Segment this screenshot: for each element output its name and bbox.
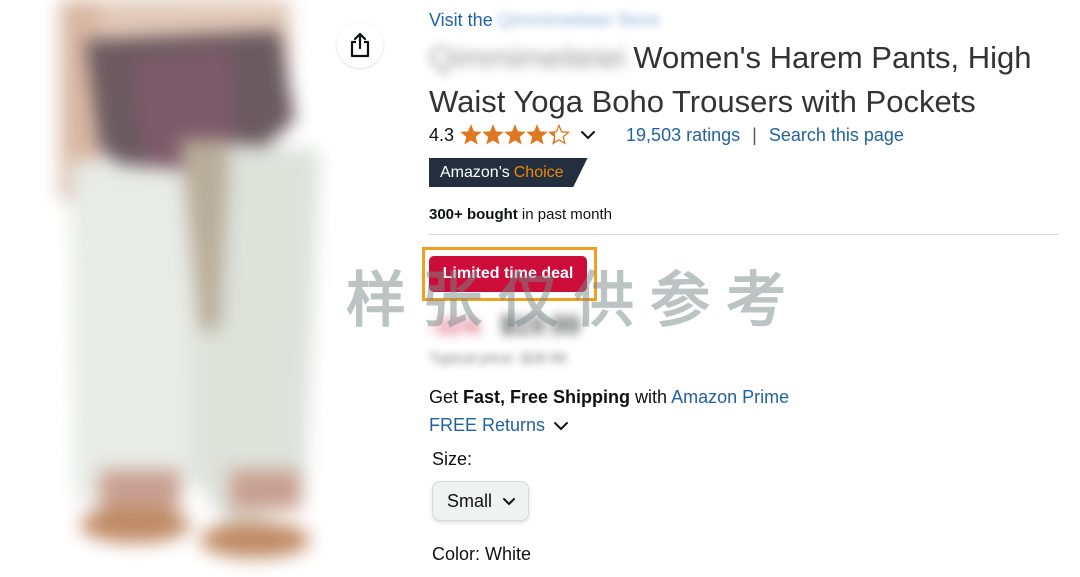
store-visit-prefix: Visit the [429,10,493,30]
rating-row: 4.3 19,503 ratings | Search this page [429,124,904,146]
divider [429,234,1058,235]
price-amount-blurred: $19.99 [500,310,581,340]
choice-prefix: Amazon's [440,163,510,181]
product-details: Visit the Qimmimeiteiei Store Qimmimeite… [398,0,1080,577]
list-price-blurred: Typical price: $28.99 [429,350,567,367]
color-selection: Color: White [432,544,531,565]
discount-percent-blurred: -31% [429,314,481,339]
color-value: White [485,544,532,564]
free-returns-link[interactable]: FREE Returns [429,415,569,436]
price-blurred: -31% $19.99 [429,310,580,341]
bought-count: 300+ bought [429,206,518,223]
product-photo[interactable] [30,0,360,577]
rating-value: 4.3 [429,124,455,145]
rating-chevron-down-icon[interactable] [580,130,596,140]
amazon-prime-link[interactable]: Amazon Prime [671,387,789,407]
shipping-line: Get Fast, Free Shipping with Amazon Prim… [429,387,789,408]
color-label: Color: [432,544,486,564]
separator: | [752,124,757,145]
image-gallery [0,0,398,577]
free-returns-label: FREE Returns [429,415,546,435]
product-title: Qimmimeiteiei Women's Harem Pants, High W… [429,36,1069,124]
bought-in-past-month: 300+ bought in past month [429,206,612,223]
brand-name-blurred: Qimmimeiteiei [429,40,626,75]
bought-rest: in past month [517,206,612,223]
size-dropdown[interactable]: Small [432,481,529,521]
ratings-count-link[interactable]: 19,503 ratings [626,125,740,146]
choice-accent: Choice [513,163,564,181]
limited-time-deal-badge: Limited time deal [429,256,587,292]
size-label: Size: [432,449,473,469]
amazons-choice-badge: Amazon's Choice [429,158,588,187]
shipping-prefix: Get [429,387,464,407]
shipping-middle: with [630,387,672,407]
store-link[interactable]: Visit the Qimmimeiteiei Store [429,10,660,31]
product-page: Visit the Qimmimeiteiei Store Qimmimeite… [0,0,1080,577]
returns-chevron-down-icon [553,421,569,431]
search-page-link[interactable]: Search this page [769,125,904,146]
chevron-down-icon [503,497,515,505]
store-name-blurred: Qimmimeiteiei Store [497,10,660,30]
star-rating-icon [461,124,570,145]
shipping-bold: Fast, Free Shipping [463,387,631,407]
star-rating[interactable] [460,124,572,146]
size-selected-value: Small [447,490,493,511]
share-button[interactable] [337,22,383,68]
share-icon [350,32,370,58]
